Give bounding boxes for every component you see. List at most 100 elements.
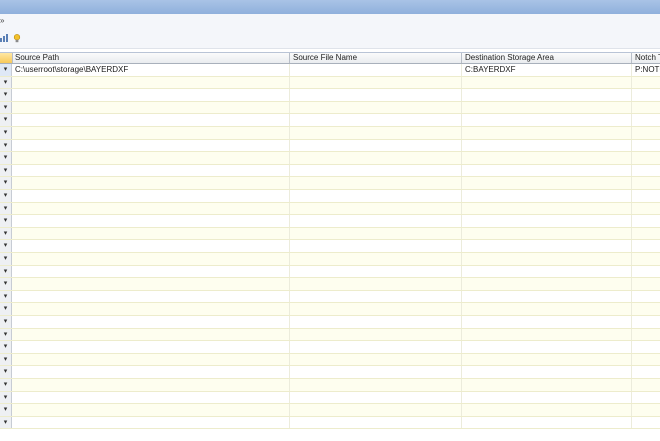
cell-source-path[interactable]: C:\userroot\storage\BAYERDXF bbox=[12, 64, 290, 76]
row-header[interactable]: ▾ bbox=[0, 127, 12, 139]
cell-source-file-name[interactable] bbox=[290, 152, 462, 164]
cell-source-file-name[interactable] bbox=[290, 404, 462, 416]
column-header-source-path[interactable]: Source Path bbox=[12, 53, 290, 63]
row-header[interactable]: ▾ bbox=[0, 164, 12, 177]
cell-source-path[interactable] bbox=[12, 177, 290, 189]
cell-source-path[interactable] bbox=[12, 76, 290, 89]
cell-notch[interactable] bbox=[632, 240, 660, 252]
cell-destination-storage-area[interactable] bbox=[462, 341, 632, 353]
row-header[interactable]: ▾ bbox=[0, 391, 12, 404]
row-header[interactable]: ▾ bbox=[0, 353, 12, 366]
table-row[interactable]: ▾ bbox=[0, 76, 660, 90]
column-header-destination-storage-area[interactable]: Destination Storage Area bbox=[462, 53, 632, 63]
table-row[interactable]: ▾ bbox=[0, 152, 660, 165]
cell-notch[interactable] bbox=[632, 140, 660, 152]
table-row[interactable]: ▾ bbox=[0, 114, 660, 127]
table-row[interactable]: ▾ bbox=[0, 89, 660, 102]
cell-notch[interactable] bbox=[632, 329, 660, 341]
cell-destination-storage-area[interactable] bbox=[462, 253, 632, 265]
cell-destination-storage-area[interactable] bbox=[462, 328, 632, 341]
cell-source-file-name[interactable] bbox=[290, 366, 462, 378]
cell-destination-storage-area[interactable] bbox=[462, 127, 632, 139]
cell-notch[interactable] bbox=[632, 316, 660, 328]
cell-notch[interactable] bbox=[632, 203, 660, 215]
cell-destination-storage-area[interactable] bbox=[462, 366, 632, 378]
table-row[interactable]: ▾ bbox=[0, 215, 660, 228]
cell-source-path[interactable] bbox=[12, 139, 290, 152]
row-header[interactable]: ▾ bbox=[0, 240, 12, 252]
row-header[interactable]: ▾ bbox=[0, 202, 12, 215]
table-row[interactable]: ▾ bbox=[0, 101, 660, 115]
row-header[interactable]: ▾ bbox=[0, 303, 12, 315]
cell-source-path[interactable] bbox=[12, 265, 290, 278]
row-header[interactable]: ▾ bbox=[0, 366, 12, 378]
cell-destination-storage-area[interactable] bbox=[462, 101, 632, 114]
cell-source-path[interactable] bbox=[12, 290, 290, 303]
cell-notch[interactable] bbox=[632, 278, 660, 290]
row-header[interactable]: ▾ bbox=[0, 152, 12, 164]
cell-destination-storage-area[interactable] bbox=[462, 190, 632, 202]
table-row[interactable]: ▾ bbox=[0, 391, 660, 405]
row-header[interactable]: ▾ bbox=[0, 101, 12, 114]
cell-source-path[interactable] bbox=[12, 353, 290, 366]
cell-source-file-name[interactable] bbox=[290, 190, 462, 202]
cell-destination-storage-area[interactable] bbox=[462, 353, 632, 366]
cell-source-file-name[interactable] bbox=[290, 139, 462, 152]
table-row[interactable]: ▾ bbox=[0, 303, 660, 316]
menu-overflow-icon[interactable]: » bbox=[0, 17, 4, 25]
cell-source-path[interactable] bbox=[12, 253, 290, 265]
cell-notch[interactable] bbox=[632, 228, 660, 240]
row-header[interactable]: ▾ bbox=[0, 190, 12, 202]
cell-source-file-name[interactable] bbox=[290, 240, 462, 252]
cell-notch[interactable] bbox=[632, 379, 660, 391]
cell-destination-storage-area[interactable] bbox=[462, 177, 632, 189]
row-header[interactable]: ▾ bbox=[0, 139, 12, 152]
table-row[interactable]: ▾ bbox=[0, 190, 660, 203]
cell-destination-storage-area[interactable] bbox=[462, 139, 632, 152]
cell-destination-storage-area[interactable]: C:BAYERDXF bbox=[462, 64, 632, 76]
cell-source-path[interactable] bbox=[12, 152, 290, 164]
cell-notch[interactable] bbox=[632, 354, 660, 366]
table-row[interactable]: ▾ C:\userroot\storage\BAYERDXF C:BAYERDXF P… bbox=[0, 64, 660, 77]
table-row[interactable]: ▾ bbox=[0, 366, 660, 379]
cell-source-path[interactable] bbox=[12, 227, 290, 240]
table-row[interactable]: ▾ bbox=[0, 227, 660, 241]
cell-source-path[interactable] bbox=[12, 391, 290, 404]
row-header[interactable]: ▾ bbox=[0, 215, 12, 227]
cell-source-file-name[interactable] bbox=[290, 64, 462, 76]
cell-source-path[interactable] bbox=[12, 202, 290, 215]
chart-icon[interactable] bbox=[0, 34, 8, 44]
cell-source-path[interactable] bbox=[12, 240, 290, 252]
cell-notch[interactable] bbox=[632, 404, 660, 416]
row-header[interactable]: ▾ bbox=[0, 404, 12, 416]
cell-source-file-name[interactable] bbox=[290, 303, 462, 315]
cell-notch[interactable]: P:NOTC bbox=[632, 64, 660, 76]
cell-source-file-name[interactable] bbox=[290, 127, 462, 139]
cell-source-file-name[interactable] bbox=[290, 391, 462, 404]
cell-source-file-name[interactable] bbox=[290, 379, 462, 391]
cell-source-path[interactable] bbox=[12, 278, 290, 290]
cell-source-file-name[interactable] bbox=[290, 177, 462, 189]
cell-source-file-name[interactable] bbox=[290, 416, 462, 429]
column-header-notch[interactable]: Notch T bbox=[632, 53, 660, 63]
table-row[interactable]: ▾ bbox=[0, 265, 660, 279]
row-header[interactable]: ▾ bbox=[0, 341, 12, 353]
cell-destination-storage-area[interactable] bbox=[462, 290, 632, 303]
cell-notch[interactable] bbox=[632, 417, 660, 429]
row-header[interactable]: ▾ bbox=[0, 253, 12, 265]
cell-source-path[interactable] bbox=[12, 328, 290, 341]
lightbulb-icon[interactable] bbox=[13, 34, 21, 45]
cell-notch[interactable] bbox=[632, 177, 660, 189]
cell-destination-storage-area[interactable] bbox=[462, 227, 632, 240]
table-row[interactable]: ▾ bbox=[0, 316, 660, 329]
cell-source-path[interactable] bbox=[12, 89, 290, 101]
row-header[interactable]: ▾ bbox=[0, 290, 12, 303]
cell-source-file-name[interactable] bbox=[290, 101, 462, 114]
column-header-source-file-name[interactable]: Source File Name bbox=[290, 53, 462, 63]
row-header[interactable]: ▾ bbox=[0, 328, 12, 341]
cell-source-path[interactable] bbox=[12, 379, 290, 391]
cell-destination-storage-area[interactable] bbox=[462, 114, 632, 126]
table-row[interactable]: ▾ bbox=[0, 278, 660, 291]
cell-notch[interactable] bbox=[632, 190, 660, 202]
table-row[interactable]: ▾ bbox=[0, 202, 660, 216]
